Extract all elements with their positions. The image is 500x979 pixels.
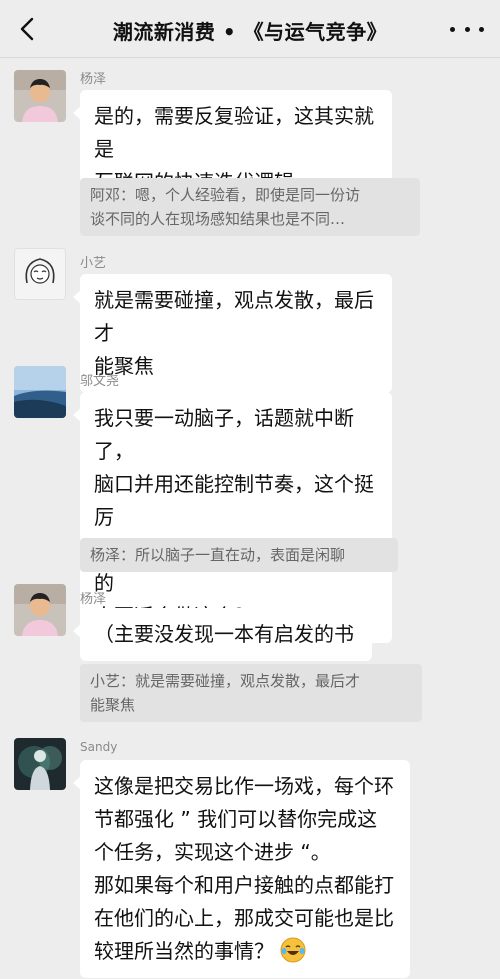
message-line: 我只要一动脑子，话题就中断了， <box>94 406 354 463</box>
avatar-wuwenyao[interactable] <box>14 366 66 418</box>
quoted-reply[interactable]: 小艺：就是需要碰撞，观点发散，最后才 能聚焦 <box>80 664 422 722</box>
message-line: 这像是把交易比作一场戏，每个环 <box>94 774 394 798</box>
sender-name: 杨泽 <box>80 592 107 607</box>
avatar-sandy[interactable] <box>14 738 66 790</box>
sender-name: 小艺 <box>80 256 107 271</box>
quoted-reply[interactable]: 阿邓：嗯，个人经验看，即使是同一份访 谈不同的人在现场感知结果也是不同… <box>80 178 420 236</box>
message-line: 那如果每个和用户接触的点都能打 <box>94 873 394 897</box>
message-line: 就是需要碰撞，观点发散，最后才 <box>94 288 374 345</box>
message-bubble[interactable]: （主要没发现一本有启发的书 <box>73 608 372 661</box>
message-line: （主要没发现一本有启发的书 <box>94 622 354 646</box>
more-options-button[interactable] <box>450 18 484 40</box>
message-line: 脑口并用还能控制节奏，这个挺厉 <box>94 472 374 529</box>
message-bubble[interactable]: 我只要一动脑子，话题就中断了， 脑口并用还能控制节奏，这个挺厉 害。是不是喜欢聊… <box>73 392 392 643</box>
more-dot-icon <box>479 26 484 32</box>
message-line: 节都强化 ” 我们可以替你完成这 <box>94 807 378 831</box>
quote-line: 能聚焦 <box>90 696 136 714</box>
avatar-yangze[interactable] <box>14 70 66 122</box>
message-bubble[interactable]: 这像是把交易比作一场戏，每个环 节都强化 ” 我们可以替你完成这 个任务，实现这… <box>73 760 410 978</box>
chat-message-list[interactable]: 杨泽 是的，需要反复验证，这其实就是 互联网的快速迭代逻辑 阿邓：嗯，个人经验看… <box>0 58 500 979</box>
message-line: 个任务，实现这个进步 “。 <box>94 840 331 864</box>
sender-name: 杨泽 <box>80 72 107 87</box>
sender-name: Sandy <box>80 740 118 754</box>
quote-line: 小艺：就是需要碰撞，观点发散，最后才 <box>90 672 361 690</box>
message-line: 能聚焦 <box>94 354 154 378</box>
more-dot-icon <box>450 26 455 32</box>
message-bubble[interactable]: 就是需要碰撞，观点发散，最后才 能聚焦 <box>73 274 392 393</box>
chat-title: 潮流新消费 • 《与运气竞争》 <box>112 20 388 44</box>
laugh-crying-emoji-icon <box>280 937 306 963</box>
avatar-yangze[interactable] <box>14 584 66 636</box>
quote-line: 阿邓：嗯，个人经验看，即使是同一份访 <box>90 186 361 204</box>
more-dot-icon <box>464 26 470 32</box>
quote-line: 谈不同的人在现场感知结果也是不同… <box>90 210 346 228</box>
message-line: 较理所当然的事情？ <box>94 939 274 963</box>
sender-name: 邬文尧 <box>80 374 120 389</box>
quoted-reply[interactable]: 杨泽：所以脑子一直在动，表面是闲聊 <box>80 538 398 572</box>
chat-header: 潮流新消费 • 《与运气竞争》 <box>0 0 500 58</box>
message-line: 在他们的心上，那成交可能也是比 <box>94 906 394 930</box>
avatar-xiaoyi[interactable] <box>14 248 66 300</box>
quote-line: 杨泽：所以脑子一直在动，表面是闲聊 <box>90 546 346 564</box>
message-line: 是的，需要反复验证，这其实就是 <box>94 104 374 161</box>
